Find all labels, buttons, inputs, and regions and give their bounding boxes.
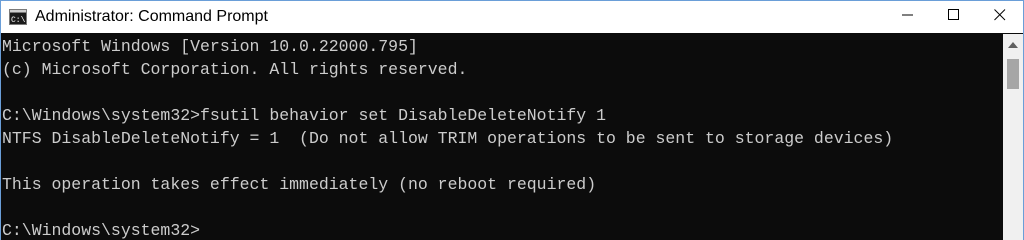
close-icon (994, 8, 1006, 26)
command-prompt-window: C:\ Administrator: Command Prompt Micros… (0, 0, 1024, 240)
maximize-button[interactable] (931, 1, 977, 33)
scrollbar-thumb[interactable] (1007, 59, 1019, 89)
maximize-icon (948, 8, 960, 26)
console-line: This operation takes effect immediately … (2, 175, 597, 194)
window-title: Administrator: Command Prompt (35, 8, 268, 25)
minimize-icon (902, 8, 914, 26)
title-bar[interactable]: C:\ Administrator: Command Prompt (1, 1, 1023, 33)
vertical-scrollbar[interactable] (1003, 34, 1023, 240)
scroll-up-button[interactable] (1003, 34, 1023, 54)
console-line: C:\Windows\system32>fsutil behavior set … (2, 106, 606, 125)
minimize-button[interactable] (885, 1, 931, 33)
cmd-icon: C:\ (9, 9, 27, 25)
chevron-up-icon (1008, 35, 1018, 53)
console-output[interactable]: Microsoft Windows [Version 10.0.22000.79… (1, 34, 1003, 240)
window-controls (885, 1, 1023, 33)
console-prompt: C:\Windows\system32> (2, 221, 201, 240)
console-line: NTFS DisableDeleteNotify = 1 (Do not all… (2, 129, 894, 148)
console-line: Microsoft Windows [Version 10.0.22000.79… (2, 37, 418, 56)
close-button[interactable] (977, 1, 1023, 33)
console-line: (c) Microsoft Corporation. All rights re… (2, 60, 468, 79)
svg-text:C:\: C:\ (11, 16, 26, 25)
